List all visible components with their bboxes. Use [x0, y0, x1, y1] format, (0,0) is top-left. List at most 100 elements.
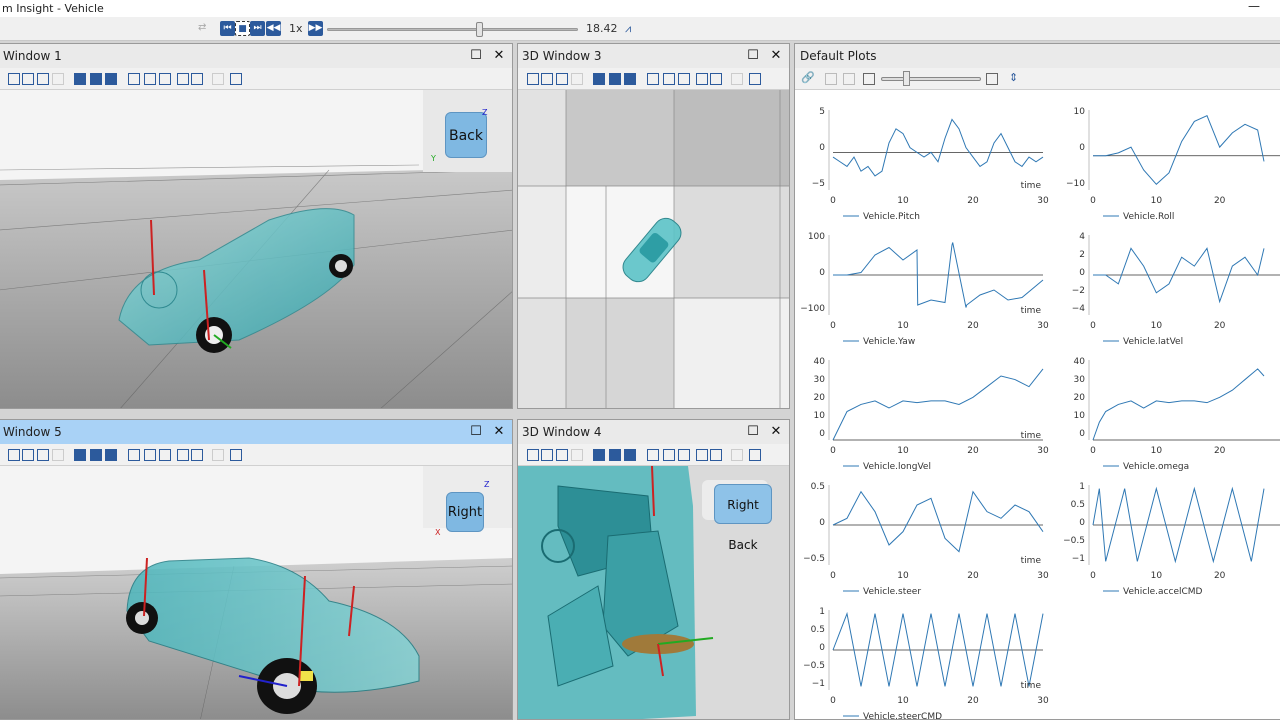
fast-forward-icon[interactable]: ▶▶ [308, 21, 323, 36]
loop-icon[interactable]: ⇄ [198, 22, 212, 35]
measure-icon[interactable] [710, 449, 722, 461]
grid-icon[interactable] [128, 449, 140, 461]
cursor-icon[interactable] [863, 73, 875, 85]
playback-speed[interactable]: 1x [289, 22, 303, 35]
x-tick-label: 10 [897, 696, 909, 706]
camera-icon[interactable] [105, 73, 117, 85]
x-tick-label: 0 [830, 696, 836, 706]
capture-icon[interactable] [230, 449, 242, 461]
reset-icon[interactable] [52, 449, 64, 461]
grid-icon[interactable] [128, 73, 140, 85]
plots-canvas[interactable]: 50−50 10 20 30timeVehicle.Pitch100−100 10 20V… [795, 90, 1280, 720]
zoom-icon[interactable] [527, 449, 539, 461]
collapse-icon[interactable]: ⇕ [1009, 71, 1021, 84]
move-icon[interactable] [696, 449, 708, 461]
fit-view-icon[interactable] [37, 449, 49, 461]
capture-icon[interactable] [749, 73, 761, 85]
select-icon[interactable] [678, 449, 690, 461]
zoom-icon[interactable] [8, 73, 20, 85]
fit-view-icon[interactable] [556, 73, 568, 85]
fit-view-icon[interactable] [556, 449, 568, 461]
plot-zoom-thumb[interactable] [903, 71, 910, 86]
window-4-viewport[interactable]: Right Back [518, 466, 789, 719]
plots-header: Default Plots [795, 44, 1280, 68]
window-5-viewport[interactable]: Right X Z [0, 466, 512, 719]
cube-icon[interactable] [74, 449, 86, 461]
close-icon[interactable]: ✕ [768, 420, 784, 444]
y-tick-label: −5 [812, 179, 825, 189]
table-layout-icon[interactable] [843, 73, 855, 85]
tree-icon[interactable] [144, 73, 156, 85]
tree-icon[interactable] [663, 449, 675, 461]
tree-icon[interactable] [144, 449, 156, 461]
cube-icon[interactable] [593, 449, 605, 461]
window-1-viewport[interactable]: Back Y Z [0, 90, 512, 408]
rotate-icon[interactable] [541, 449, 553, 461]
reset-icon[interactable] [52, 73, 64, 85]
plot-vehicle-omega: 40 30 20 10 00 10 20 Vehicle.omega [1074, 357, 1280, 472]
capture-icon[interactable] [749, 449, 761, 461]
close-icon[interactable]: ✕ [768, 44, 784, 68]
rewind-icon[interactable]: ◀◀ [266, 21, 281, 36]
measure-icon[interactable] [191, 449, 203, 461]
paint-icon[interactable] [90, 449, 102, 461]
select-icon[interactable] [678, 73, 690, 85]
fit-icon[interactable] [986, 73, 998, 85]
grid-icon[interactable] [647, 73, 659, 85]
skip-start-icon[interactable]: ⏮ [220, 21, 235, 36]
grid-icon[interactable] [647, 449, 659, 461]
tree-icon[interactable] [663, 73, 675, 85]
paint-icon[interactable] [609, 449, 621, 461]
capture-icon[interactable] [230, 73, 242, 85]
hand-icon[interactable] [212, 449, 224, 461]
y-tick-label: 0 [1079, 518, 1085, 528]
move-icon[interactable] [696, 73, 708, 85]
zoom-icon[interactable] [8, 449, 20, 461]
series-line [832, 368, 1044, 441]
move-icon[interactable] [177, 73, 189, 85]
camera-icon[interactable] [624, 449, 636, 461]
fit-view-icon[interactable] [37, 73, 49, 85]
paint-icon[interactable] [90, 73, 102, 85]
reset-icon[interactable] [571, 449, 583, 461]
select-icon[interactable] [159, 449, 171, 461]
hand-icon[interactable] [731, 449, 743, 461]
zoom-icon[interactable] [527, 73, 539, 85]
hand-icon[interactable] [731, 73, 743, 85]
select-icon[interactable] [159, 73, 171, 85]
view-cube[interactable]: Right Back [714, 484, 772, 552]
grid-layout-icon[interactable] [825, 73, 837, 85]
measure-icon[interactable] [191, 73, 203, 85]
minimize-button[interactable]: — [1248, 0, 1260, 15]
measure-icon[interactable] [710, 73, 722, 85]
view-cube[interactable]: Back [445, 112, 487, 158]
camera-icon[interactable] [624, 73, 636, 85]
timeline-slider[interactable] [327, 28, 578, 31]
close-icon[interactable]: ✕ [491, 44, 507, 68]
window-3-viewport[interactable] [518, 90, 789, 408]
stop-icon[interactable]: ■ [235, 21, 250, 36]
close-icon[interactable]: ✕ [491, 420, 507, 444]
maximize-icon[interactable]: ☐ [745, 44, 761, 68]
rotate-icon[interactable] [541, 73, 553, 85]
cube-icon[interactable] [74, 73, 86, 85]
link-icon[interactable]: 🔗 [801, 71, 815, 84]
move-icon[interactable] [177, 449, 189, 461]
plot-zoom-slider[interactable] [881, 77, 981, 81]
rotate-icon[interactable] [22, 73, 34, 85]
maximize-icon[interactable]: ☐ [468, 44, 484, 68]
paint-icon[interactable] [609, 73, 621, 85]
series-line [1093, 115, 1265, 185]
rotate-icon[interactable] [22, 449, 34, 461]
maximize-icon[interactable]: ☐ [468, 420, 484, 444]
reset-icon[interactable] [571, 73, 583, 85]
timeline-slider-thumb[interactable] [476, 22, 483, 37]
camera-icon[interactable] [105, 449, 117, 461]
window-3-toolbar [518, 68, 789, 90]
skip-end-icon[interactable]: ⏭ [250, 21, 265, 36]
maximize-icon[interactable]: ☐ [745, 420, 761, 444]
hand-icon[interactable] [212, 73, 224, 85]
view-cube[interactable]: Right [446, 492, 484, 532]
chart-icon[interactable]: ⩘ [625, 22, 631, 36]
cube-icon[interactable] [593, 73, 605, 85]
